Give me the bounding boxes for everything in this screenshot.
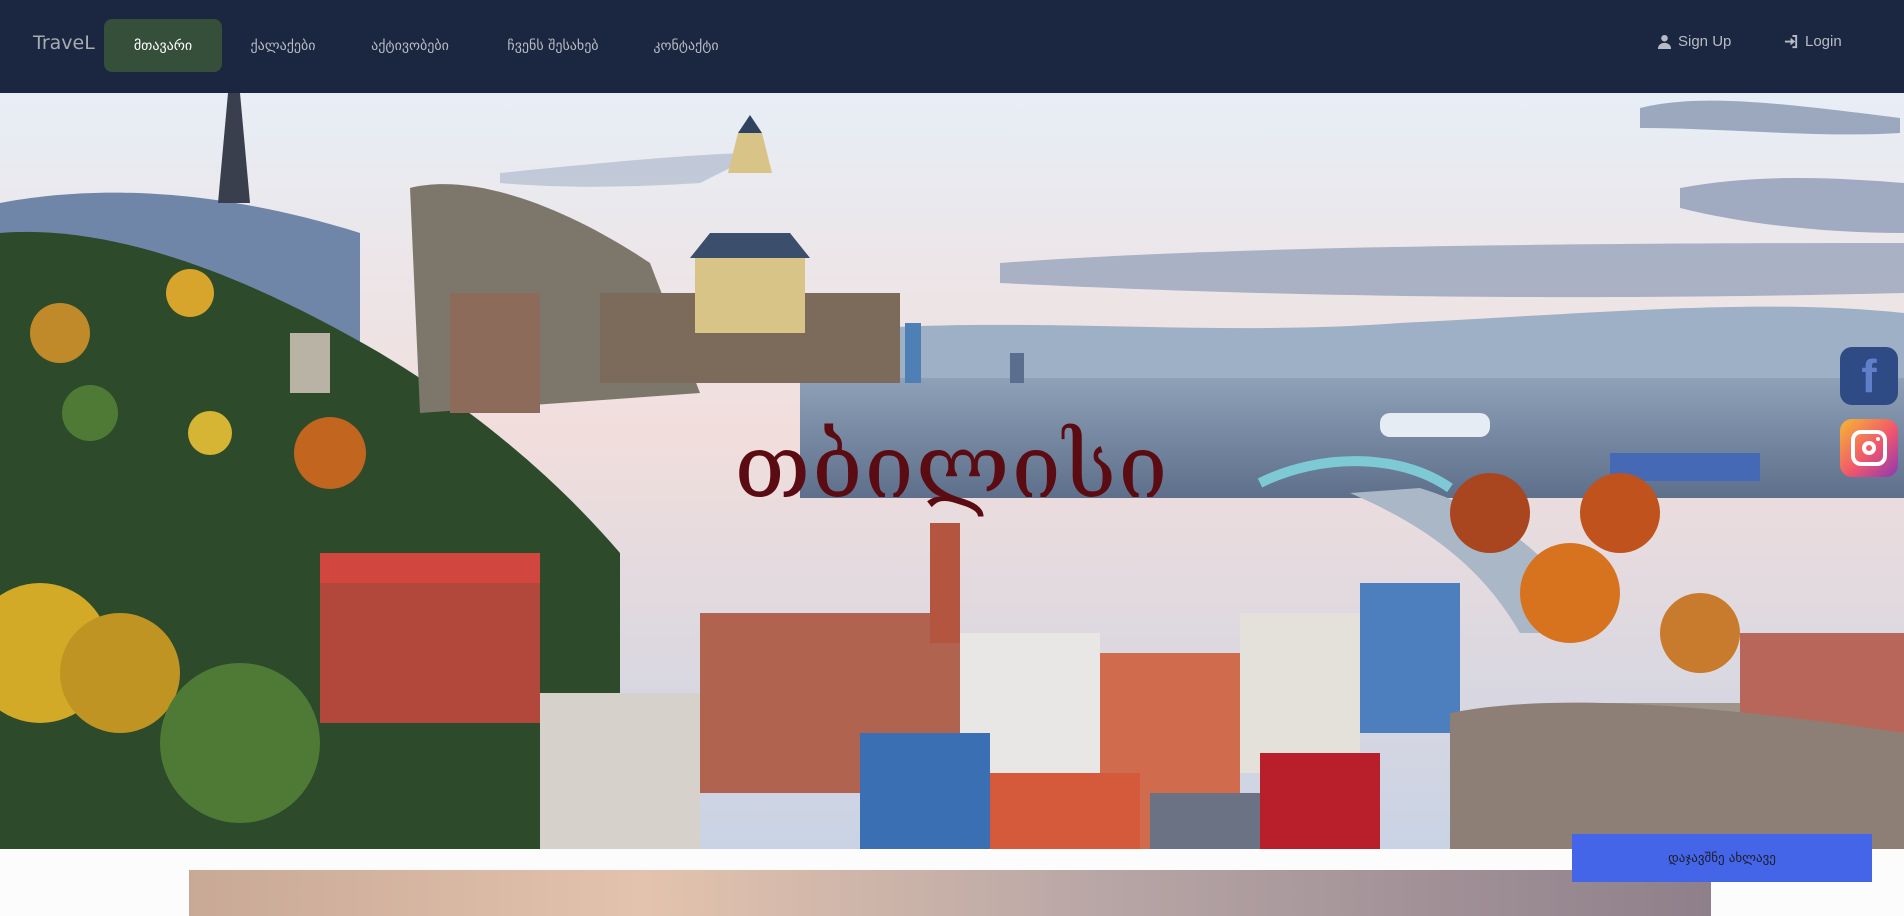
instagram-icon[interactable] <box>1840 419 1898 477</box>
signup-link[interactable]: Sign Up <box>1657 33 1731 50</box>
login-icon <box>1784 34 1798 49</box>
nav-item-about[interactable]: ჩვენს შესახებ <box>498 19 608 72</box>
nav-item-activities[interactable]: აქტივობები <box>362 19 458 72</box>
nav-item-cities[interactable]: ქალაქები <box>240 19 326 72</box>
facebook-glyph: f <box>1861 350 1877 402</box>
hero-banner: თბილისი f <box>0 93 1904 849</box>
secondary-image <box>189 870 1711 916</box>
login-label: Login <box>1805 33 1842 50</box>
brand-logo[interactable]: TraveL <box>33 32 95 54</box>
navbar: TraveL მთავარი ქალაქები აქტივობები ჩვენს… <box>0 0 1904 93</box>
nav-item-contact[interactable]: კონტაქტი <box>644 19 728 72</box>
hero-title: თბილისი <box>734 415 1170 518</box>
login-link[interactable]: Login <box>1784 33 1842 50</box>
signup-label: Sign Up <box>1678 33 1732 50</box>
user-icon <box>1657 34 1672 49</box>
facebook-icon[interactable]: f <box>1840 347 1898 405</box>
nav-item-home[interactable]: მთავარი <box>104 19 222 72</box>
instagram-camera-shape <box>1851 430 1887 466</box>
book-now-button[interactable]: დაჯავშნე ახლავე <box>1572 834 1872 882</box>
